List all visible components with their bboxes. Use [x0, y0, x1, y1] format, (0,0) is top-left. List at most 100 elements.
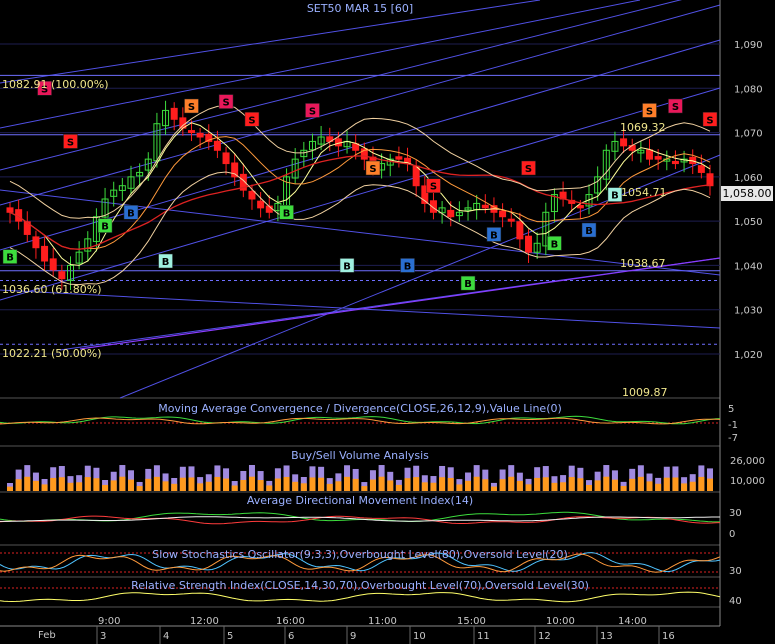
candle-body: [620, 138, 628, 147]
volume-bar-buy: [309, 477, 316, 491]
time-label: 9:00: [98, 616, 120, 627]
candle-body: [257, 200, 265, 209]
time-label: 14:00: [618, 616, 647, 627]
candle-body: [412, 165, 420, 187]
candle-body: [196, 132, 204, 138]
indicator-tick-label: 30: [729, 508, 742, 519]
volume-bar-buy: [344, 476, 351, 491]
volume-bar-buy: [387, 480, 394, 491]
volume-bar-buy: [145, 478, 152, 491]
buy-signal-label: B: [6, 253, 14, 264]
volume-bar-buy: [274, 478, 281, 491]
volume-bar-buy: [620, 485, 627, 491]
candle-body: [170, 107, 178, 120]
time-label: 12:00: [190, 616, 219, 627]
candle-body: [507, 218, 515, 222]
value-label-1069: 1069.32: [620, 121, 666, 134]
sell-signal-label: S: [430, 182, 437, 193]
volume-bar-buy: [646, 481, 653, 491]
volume-bar-buy: [50, 477, 57, 491]
volume-bar-buy: [369, 479, 376, 491]
sell-signal-label: S: [67, 137, 74, 148]
candle-body: [58, 271, 66, 280]
date-label: 4: [163, 631, 169, 642]
main-chart-title: SET50 MAR 15 [60]: [306, 2, 414, 15]
buy-signal-label: B: [162, 257, 170, 268]
time-label: 16:00: [276, 616, 305, 627]
sell-signal-label: S: [525, 164, 532, 175]
volume-bar-buy: [560, 482, 567, 491]
volume-bar-buy: [41, 484, 48, 491]
volume-bar-buy: [421, 482, 428, 491]
value-label-1009: 1009.87: [622, 386, 668, 399]
volume-bar-buy: [153, 476, 160, 491]
volume-bar-buy: [404, 478, 411, 491]
sell-signal-label: S: [248, 115, 255, 126]
value-label-1038: 1038.67: [620, 257, 666, 270]
volume-bar-buy: [482, 479, 489, 491]
time-label: 10:00: [546, 616, 575, 627]
volume-bar-buy: [318, 477, 325, 491]
volume-bar-buy: [110, 480, 117, 491]
ma-line-red: [9, 155, 711, 250]
volume-bar-buy: [499, 479, 506, 491]
candle-body: [706, 173, 714, 187]
candle-body: [671, 160, 679, 165]
date-label: 11: [477, 631, 490, 642]
buy-signal-label: B: [490, 230, 498, 241]
fib-label-100: 1082.91 (100.00%): [2, 78, 109, 91]
buy-signal-label: B: [101, 222, 109, 233]
candle-body: [6, 207, 14, 213]
volume-bar-buy: [214, 476, 221, 491]
volume-bar-buy: [266, 485, 273, 491]
volume-bar-buy: [188, 477, 195, 491]
sell-signal-label: S: [672, 102, 679, 113]
price-tick-label: 1,060: [734, 173, 763, 184]
date-label: 6: [288, 631, 294, 642]
date-label: 9: [350, 631, 356, 642]
volume-bar-buy: [352, 478, 359, 491]
indicator-tick-label: 0: [729, 529, 735, 540]
volume-bar-buy: [119, 476, 126, 491]
volume-bar-buy: [490, 486, 497, 491]
candle-body: [499, 210, 507, 218]
candle-body: [654, 156, 662, 160]
value-label-1054: 1054.71: [621, 186, 667, 199]
bollinger-lower: [9, 171, 711, 286]
volume-bar-buy: [300, 483, 307, 491]
trend-line: [0, 0, 641, 129]
price-tick-label: 1,030: [734, 306, 763, 317]
volume-bar-buy: [127, 479, 134, 491]
indicator-tick-label: 10,000: [730, 476, 765, 487]
fib-label-50: 1022.21 (50.00%): [2, 347, 102, 360]
buy-signal-label: B: [551, 239, 559, 250]
volume-bar-buy: [395, 484, 402, 491]
volume-bar-buy: [577, 478, 584, 491]
volume-bar-buy: [689, 481, 696, 491]
volume-bar-buy: [326, 483, 333, 491]
buy-signal-label: B: [283, 208, 291, 219]
volume-bar-buy: [32, 480, 39, 491]
volume-bar-buy: [223, 478, 230, 491]
adx-title: Average Directional Movement Index(14): [246, 494, 474, 507]
volume-bar-buy: [240, 479, 247, 491]
volume-bar-buy: [179, 477, 186, 491]
candle-body: [525, 235, 533, 253]
time-label: 15:00: [457, 616, 486, 627]
stochastics-title: Slow Stochastics Oscillator(9,3,3),Overb…: [152, 548, 568, 561]
buy-signal-label: B: [404, 261, 412, 272]
buy-signal-label: B: [585, 226, 593, 237]
volume-bar-buy: [603, 476, 610, 491]
volume-bar-buy: [655, 483, 662, 491]
volume-bar-buy: [84, 477, 91, 491]
volume-bar-buy: [67, 482, 74, 491]
volume-bar-buy: [335, 481, 342, 491]
sell-signal-label: S: [646, 106, 653, 117]
volume-bar-buy: [525, 484, 532, 491]
month-label: Feb: [38, 630, 56, 641]
price-tick-label: 1,070: [734, 129, 763, 140]
volume-bar-buy: [197, 483, 204, 491]
volume-bar-buy: [456, 484, 463, 491]
volume-bar-buy: [378, 476, 385, 491]
volume-bar-buy: [7, 486, 13, 491]
